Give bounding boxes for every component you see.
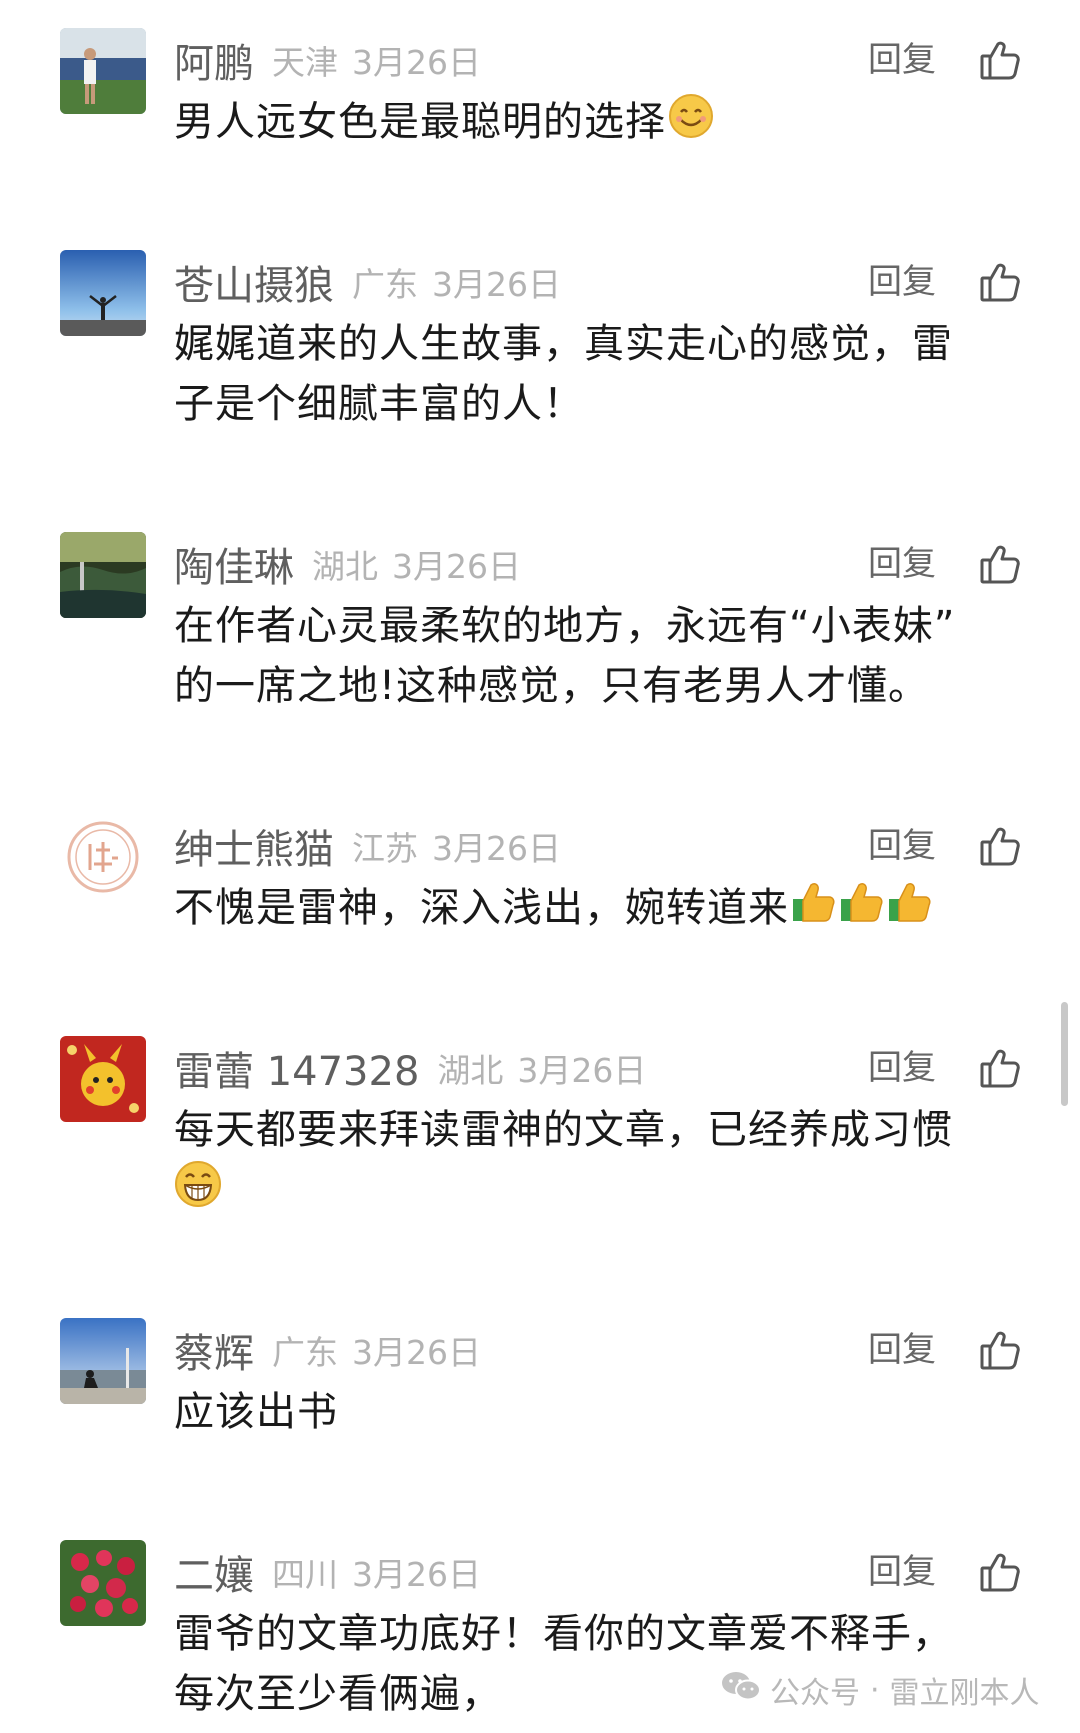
comment-text-line: 子是个细腻丰富的人！ [174,381,584,427]
comment-text-line: 不愧是雷神，深入浅出，婉转道来 [174,885,789,931]
like-icon[interactable] [978,1328,1022,1372]
comment-date: 3月26日 [432,829,561,868]
grinning-face-emoji-icon [174,1160,222,1225]
like-icon[interactable] [978,260,1022,304]
comment-header: 二孃 四川 3月26日 [174,1543,481,1601]
commenter-location: 四川 [272,1555,338,1594]
comment-text-line: 应该出书 [174,1389,338,1435]
avatar[interactable] [60,28,146,114]
commenter-name[interactable]: 苍山摄狼 [174,253,334,311]
like-icon[interactable] [978,824,1022,868]
comment-text: 不愧是雷神，深入浅出，婉转道来 [174,878,1004,942]
like-icon[interactable] [978,542,1022,586]
commenter-name[interactable]: 蔡辉 [174,1321,254,1379]
thumbs-up-emoji-icon [839,879,885,942]
reply-button[interactable]: 回复 [868,34,936,86]
avatar[interactable] [60,1318,146,1404]
scrollbar-thumb[interactable] [1061,1002,1068,1106]
watermark: 公众号 · 雷立刚本人 [720,1666,1040,1714]
commenter-location: 广东 [272,1333,338,1372]
watermark-platform: 公众号 [770,1676,860,1711]
comment-text: 男人远女色是最聪明的选择 [174,92,1004,156]
comment-text-line: 雷爷的文章功底好！看你的文章爱不释手， [174,1611,953,1657]
commenter-name[interactable]: 阿鹏 [174,31,254,89]
comment-date: 3月26日 [352,43,481,82]
comment-text-line: 在作者心灵最柔软的地方，永远有“小表妹” [174,603,956,649]
thumbs-up-emoji-icon [887,879,933,942]
commenter-location: 广东 [352,265,418,304]
comment-date: 3月26日 [392,547,521,586]
comment-header: 蔡辉 广东 3月26日 [174,1321,481,1379]
comment-header: 雷蕾 147328 湖北 3月26日 [174,1039,647,1097]
wechat-icon [720,1669,762,1711]
comment-text-line: 的一席之地!这种感觉，只有老男人才懂。 [174,663,930,709]
comment-text: 娓娓道来的人生故事，真实走心的感觉，雷 子是个细腻丰富的人！ [174,314,1004,434]
comment-date: 3月26日 [517,1051,647,1090]
avatar[interactable] [60,1540,146,1626]
thumbs-up-emoji-icon [791,879,837,942]
reply-button[interactable]: 回复 [868,1324,936,1376]
like-icon[interactable] [978,1046,1022,1090]
smiling-face-emoji-icon [668,93,714,156]
reply-button[interactable]: 回复 [868,256,936,308]
comment-header: 绅士熊猫 江苏 3月26日 [174,817,561,875]
avatar[interactable] [60,1036,146,1122]
comment-date: 3月26日 [432,265,561,304]
reply-button[interactable]: 回复 [868,1042,936,1094]
commenter-location: 天津 [272,43,338,82]
comment-date: 3月26日 [352,1333,481,1372]
comment-header: 苍山摄狼 广东 3月26日 [174,253,561,311]
watermark-separator: · [870,1672,880,1708]
comment-header: 陶佳琳 湖北 3月26日 [174,535,521,593]
comment-text: 每天都要来拜读雷神的文章，已经养成习惯 [174,1100,1004,1225]
avatar[interactable] [60,532,146,618]
watermark-account: 雷立刚本人 [889,1676,1040,1711]
commenter-location: 湖北 [437,1051,504,1090]
commenter-location: 湖北 [312,547,378,586]
avatar[interactable] [60,814,146,900]
commenter-name[interactable]: 陶佳琳 [174,535,294,593]
comment-text: 应该出书 [174,1382,1004,1442]
reply-button[interactable]: 回复 [868,820,936,872]
comment-text: 在作者心灵最柔软的地方，永远有“小表妹” 的一席之地!这种感觉，只有老男人才懂。 [174,596,1004,716]
reply-button[interactable]: 回复 [868,1546,936,1598]
comment-text-line: 娓娓道来的人生故事，真实走心的感觉，雷 [174,321,953,367]
like-icon[interactable] [978,1550,1022,1594]
commenter-name[interactable]: 绅士熊猫 [174,817,334,875]
comment-header: 阿鹏 天津 3月26日 [174,31,481,89]
comment-text-line: 男人远女色是最聪明的选择 [174,99,666,145]
comment-date: 3月26日 [352,1555,481,1594]
commenter-name[interactable]: 雷蕾 147328 [174,1039,419,1097]
comment-text-line: 每天都要来拜读雷神的文章，已经养成习惯 [174,1107,953,1153]
commenter-location: 江苏 [352,829,418,868]
reply-button[interactable]: 回复 [868,538,936,590]
commenter-name[interactable]: 二孃 [174,1543,254,1601]
avatar[interactable] [60,250,146,336]
like-icon[interactable] [978,38,1022,82]
